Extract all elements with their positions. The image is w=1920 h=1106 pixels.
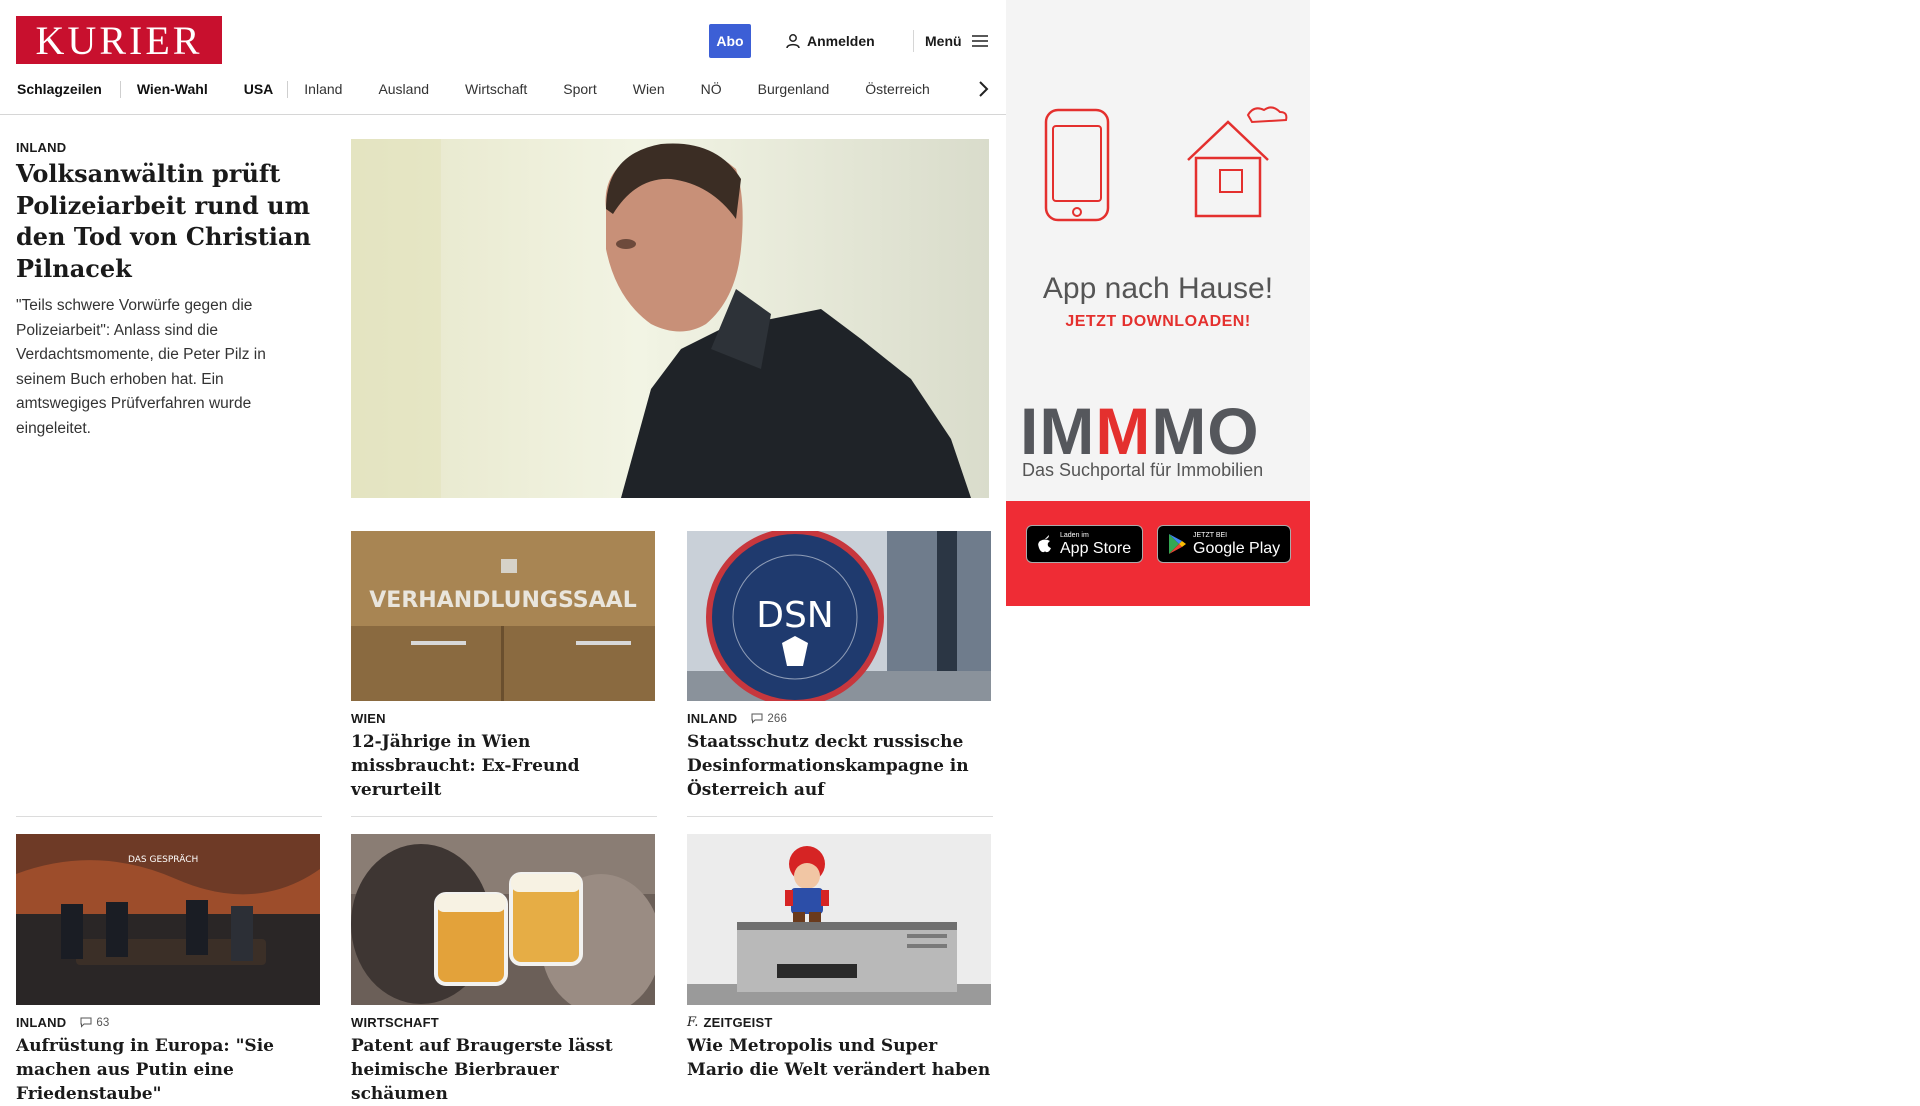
article-image[interactable]: DAS GESPRÄCH	[16, 834, 320, 1005]
article-headline[interactable]: Aufrüstung in Europa: "Sie machen aus Pu…	[16, 1034, 320, 1106]
user-icon	[786, 34, 800, 49]
article-headline[interactable]: Patent auf Braugerste lässt heimische Bi…	[351, 1034, 655, 1106]
article-kicker: INLAND 63	[16, 1015, 110, 1030]
article-image[interactable]	[687, 834, 991, 1005]
site-header: KURIER Abo Anmelden Menü Schlagzeilen Wi…	[0, 0, 1006, 115]
lead-headline[interactable]: Volksanwältin prüft Polizeiarbeit rund u…	[16, 158, 322, 284]
google-play-icon	[1169, 534, 1186, 554]
header-divider	[913, 30, 914, 52]
article-kicker: f. ZEITGEIST	[687, 1015, 773, 1030]
image-caption-text: DSN	[756, 595, 834, 636]
nav-item-wirtschaft[interactable]: Wirtschaft	[465, 81, 527, 97]
lead-teaser: "Teils schwere Vorwürfe gegen die Polize…	[16, 297, 266, 437]
nav-item-wien[interactable]: Wien	[633, 81, 665, 97]
nav-item-schlagzeilen[interactable]: Schlagzeilen	[17, 81, 102, 97]
article-kicker: WIEN	[351, 711, 386, 726]
nav-item-usa[interactable]: USA	[244, 81, 274, 97]
store-badges-area: Laden im App Store JETZT BEI Google Play	[1006, 501, 1310, 606]
nav-divider	[119, 80, 121, 98]
article-image[interactable]	[351, 834, 655, 1005]
image-caption-text: VERHANDLUNGSSAAL	[369, 588, 636, 613]
ad-title: App nach Hause!	[1042, 272, 1274, 305]
hamburger-icon	[971, 35, 988, 47]
article-headline[interactable]: Staatsschutz deckt russische Desinformat…	[687, 730, 991, 802]
nav-divider	[287, 80, 289, 98]
lead-kicker: INLAND	[16, 140, 67, 155]
article-image[interactable]: DSN	[687, 531, 991, 701]
immmo-logo: IMMMO	[1020, 394, 1260, 468]
kurier-logo[interactable]: KURIER	[16, 16, 222, 64]
nav-item-oesterreich[interactable]: Österreich	[865, 81, 930, 97]
ad-subtitle: JETZT DOWNLOADEN!	[1065, 313, 1251, 330]
row-divider	[687, 816, 993, 817]
login-label: Anmelden	[807, 33, 875, 49]
comment-count[interactable]: 63	[80, 1017, 109, 1029]
article-image[interactable]: VERHANDLUNGSSAAL	[351, 531, 655, 701]
image-caption-text: DAS GESPRÄCH	[128, 854, 198, 865]
zeitgeist-icon: f.	[687, 1015, 699, 1030]
login-button[interactable]: Anmelden	[785, 30, 875, 52]
kicker-label: WIEN	[351, 711, 386, 726]
google-play-button[interactable]: JETZT BEI Google Play	[1157, 525, 1291, 563]
main-content: KURIER Abo Anmelden Menü Schlagzeilen Wi…	[0, 0, 1006, 1104]
lead-image[interactable]	[351, 139, 989, 498]
nav-item-sport[interactable]: Sport	[563, 81, 596, 97]
appstore-small-text: Laden im	[1060, 531, 1089, 539]
nav-item-wien-wahl[interactable]: Wien-Wahl	[137, 81, 208, 97]
kicker-label: INLAND	[687, 711, 738, 726]
kicker-label: ZEITGEIST	[703, 1015, 773, 1030]
apple-icon	[1038, 535, 1051, 553]
article-headline[interactable]: Wie Metropolis und Super Mario die Welt …	[687, 1034, 991, 1082]
article-headline[interactable]: 12-Jährige in Wien missbraucht: Ex-Freun…	[351, 730, 655, 802]
comment-count-value: 63	[96, 1016, 110, 1029]
nav-item-inland[interactable]: Inland	[304, 81, 342, 97]
googleplay-small-text: JETZT BEI	[1193, 531, 1228, 539]
abo-button[interactable]: Abo	[709, 24, 751, 58]
kicker-label: WIRTSCHAFT	[351, 1015, 439, 1030]
comment-icon	[751, 713, 763, 724]
category-nav: Schlagzeilen Wien-Wahl USA Inland Auslan…	[17, 78, 930, 100]
phone-house-illustration	[1044, 106, 1288, 222]
article-kicker: WIRTSCHAFT	[351, 1015, 439, 1030]
nav-item-burgenland[interactable]: Burgenland	[758, 81, 830, 97]
comment-count-value: 266	[767, 712, 788, 725]
comment-icon	[80, 1017, 92, 1028]
immmo-tagline: Das Suchportal für Immobilien	[1022, 460, 1264, 480]
nav-item-ausland[interactable]: Ausland	[378, 81, 429, 97]
row-divider	[16, 816, 322, 817]
app-store-button[interactable]: Laden im App Store	[1026, 525, 1143, 563]
appstore-label: App Store	[1060, 539, 1132, 557]
immmo-advertisement[interactable]: App nach Hause! JETZT DOWNLOADEN! IMMMO …	[1006, 0, 1310, 606]
row-divider	[351, 816, 657, 817]
chevron-right-icon[interactable]	[975, 78, 991, 100]
nav-item-noe[interactable]: NÖ	[701, 81, 722, 97]
article-kicker: INLAND 266	[687, 711, 787, 726]
menu-label: Menü	[925, 33, 962, 49]
googleplay-label: Google Play	[1193, 539, 1281, 557]
menu-button[interactable]: Menü	[925, 30, 988, 52]
comment-count[interactable]: 266	[751, 713, 787, 725]
kicker-label: INLAND	[16, 1015, 67, 1030]
